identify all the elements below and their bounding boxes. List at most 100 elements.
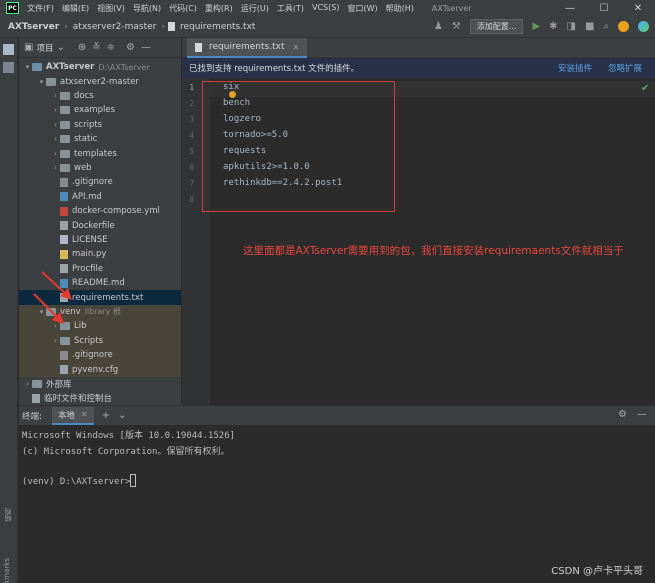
expand-all-icon[interactable]: ≚: [92, 42, 100, 53]
tree-item-label: API.md: [72, 191, 102, 202]
gear-icon[interactable]: ⚙: [126, 42, 135, 53]
chevron-right-icon[interactable]: ›: [51, 106, 60, 114]
editor-tab-bar: requirements.txt ✕: [182, 38, 655, 58]
project-panel-title[interactable]: 项目: [36, 42, 53, 54]
coverage-icon[interactable]: ◨: [566, 21, 575, 32]
terminal-tab-local[interactable]: 本地 ✕: [51, 406, 94, 425]
chevron-right-icon[interactable]: ›: [51, 121, 60, 129]
menu-item[interactable]: 工具(T): [273, 3, 308, 14]
maximize-button[interactable]: ☐: [587, 0, 621, 16]
minimize-button[interactable]: —: [553, 0, 587, 16]
menu-item[interactable]: 导航(N): [129, 3, 165, 14]
chevron-down-icon[interactable]: ▾: [23, 63, 32, 71]
stop-icon[interactable]: ■: [585, 21, 594, 32]
terminal-caret: [130, 474, 137, 487]
check-icon: ✔: [641, 83, 650, 94]
project-tool-icon[interactable]: [3, 44, 14, 55]
chevron-right-icon[interactable]: ›: [51, 164, 60, 172]
tree-item-label: docker-compose.yml: [72, 206, 160, 217]
menu-item[interactable]: 编辑(E): [58, 3, 93, 14]
tree-item[interactable]: ▾ AXTserver D:\AXTserver: [19, 60, 181, 74]
menu-item[interactable]: 文件(F): [23, 3, 58, 14]
collapse-all-icon[interactable]: ≑: [107, 42, 115, 53]
add-configuration-button[interactable]: 添加配置...: [469, 19, 524, 34]
structure-tab-label[interactable]: 结构: [3, 508, 13, 522]
file-icon: [60, 365, 68, 375]
terminal-label: 终端:: [22, 411, 42, 422]
folder-icon: [60, 135, 70, 144]
tree-item[interactable]: .gitignore: [19, 175, 181, 189]
terminal-line: (c) Microsoft Corporation。保留所有权利。: [22, 447, 230, 457]
tree-item[interactable]: › web: [19, 161, 181, 175]
chevron-right-icon[interactable]: ›: [51, 135, 60, 143]
tree-item[interactable]: › static: [19, 132, 181, 146]
tree-item-label: main.py: [72, 249, 107, 260]
search-icon[interactable]: ⌕: [603, 21, 609, 32]
updates-icon[interactable]: [618, 21, 629, 32]
chevron-down-icon[interactable]: ⌄: [118, 410, 126, 421]
chevron-right-icon[interactable]: ›: [51, 150, 60, 158]
install-plugin-link[interactable]: 安装插件: [558, 62, 592, 74]
tree-item[interactable]: main.py: [19, 247, 181, 261]
run-icon[interactable]: ▶: [532, 21, 540, 32]
window-controls: — ☐ ✕: [553, 0, 655, 16]
tree-item-label: AXTserver: [46, 62, 95, 73]
folder-icon: [32, 63, 42, 72]
hammer-icon[interactable]: ⚒: [452, 21, 461, 32]
plugin-icon[interactable]: [638, 21, 649, 32]
text-file-icon: [195, 42, 202, 52]
breadcrumb-project[interactable]: AXTserver: [6, 22, 61, 32]
chevron-right-icon[interactable]: ›: [23, 380, 32, 388]
terminal-header: 终端: 本地 ✕ + ⌄ ⚙ —: [19, 405, 655, 425]
tree-item-label: examples: [74, 105, 116, 116]
debug-icon[interactable]: ✱: [549, 21, 557, 32]
breadcrumb-file[interactable]: requirements.txt: [178, 22, 257, 32]
tree-item[interactable]: 临时文件和控制台: [19, 391, 181, 405]
chevron-right-icon[interactable]: ›: [51, 92, 60, 100]
folder-icon: [60, 91, 70, 100]
tree-item[interactable]: pyvenv.cfg: [19, 362, 181, 377]
tree-item[interactable]: › scripts: [19, 118, 181, 132]
file-icon: [60, 206, 68, 216]
menu-item[interactable]: VCS(S): [308, 3, 343, 14]
hide-panel-icon[interactable]: —: [141, 42, 151, 53]
file-icon: [60, 249, 68, 259]
tree-item[interactable]: › templates: [19, 146, 181, 160]
menu-item[interactable]: 代码(C): [165, 3, 201, 14]
chevron-down-icon[interactable]: ⌄: [56, 42, 64, 53]
tree-item[interactable]: .gitignore: [19, 348, 181, 363]
terminal-body[interactable]: Microsoft Windows [版本 10.0.19044.1526] (…: [19, 425, 655, 583]
menu-item[interactable]: 重构(R): [201, 3, 237, 14]
tree-item[interactable]: docker-compose.yml: [19, 204, 181, 218]
tree-item[interactable]: ▾ atxserver2-master: [19, 74, 181, 88]
close-icon[interactable]: ✕: [81, 410, 88, 419]
tree-item[interactable]: API.md: [19, 190, 181, 204]
menu-item[interactable]: 视图(V): [93, 3, 129, 14]
menu-item[interactable]: 运行(U): [237, 3, 273, 14]
file-icon: [60, 221, 68, 231]
close-window-button[interactable]: ✕: [621, 0, 655, 16]
line-number: 7: [189, 179, 194, 188]
tree-item[interactable]: › docs: [19, 89, 181, 103]
menu-item[interactable]: 窗口(W): [343, 3, 381, 14]
menu-item[interactable]: 帮助(H): [382, 3, 418, 14]
locate-file-icon[interactable]: ⊕: [78, 42, 86, 53]
tree-item-label: pyvenv.cfg: [72, 364, 119, 375]
structure-tool-icon[interactable]: [3, 62, 14, 73]
ignore-extension-link[interactable]: 忽略扩展: [608, 62, 642, 74]
line-number: 1: [189, 83, 194, 92]
breadcrumb-folder[interactable]: atxserver2-master: [71, 22, 159, 32]
plus-icon[interactable]: +: [102, 410, 110, 421]
plugin-banner: 已找到支持 requirements.txt 文件的插件。 安装插件 忽略扩展: [182, 58, 655, 78]
user-icon[interactable]: ♟: [434, 21, 443, 32]
chevron-down-icon[interactable]: ▾: [37, 78, 46, 86]
tree-item[interactable]: › 外部库: [19, 377, 181, 391]
tree-item[interactable]: LICENSE: [19, 233, 181, 247]
tree-item[interactable]: Dockerfile: [19, 218, 181, 232]
tree-item[interactable]: › examples: [19, 103, 181, 117]
tab-requirements-txt[interactable]: requirements.txt ✕: [187, 38, 308, 58]
gear-icon[interactable]: ⚙: [618, 409, 627, 420]
hide-panel-icon[interactable]: —: [637, 409, 647, 420]
close-icon[interactable]: ✕: [292, 43, 299, 52]
bookmarks-tab-label[interactable]: Bookmarks: [3, 558, 11, 583]
